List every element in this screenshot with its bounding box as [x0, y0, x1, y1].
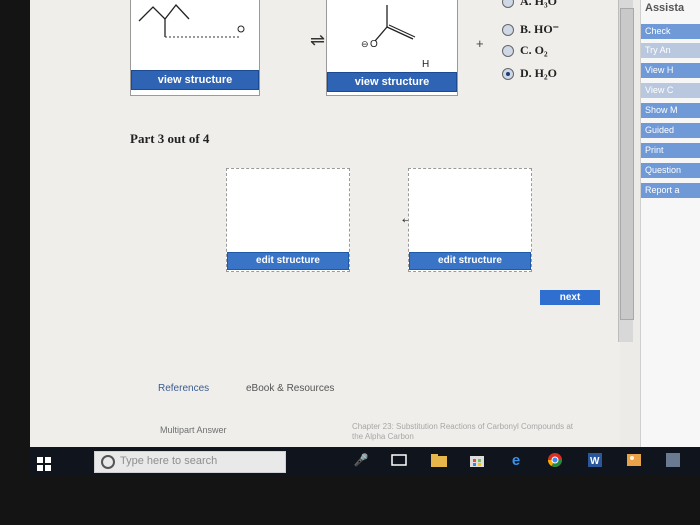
taskbar-search-placeholder: Type here to search	[120, 455, 218, 467]
screen: view structure ⇌ ⊖ O H view structure + …	[30, 0, 700, 447]
radio-a[interactable]	[502, 0, 514, 8]
hydrogen-label: H	[422, 59, 430, 70]
vertical-scrollbar[interactable]	[618, 0, 634, 342]
choice-c-label: C. O₂	[520, 43, 548, 57]
charge-label: ⊖	[361, 39, 369, 49]
image-viewer-icon[interactable]	[625, 451, 643, 469]
choice-c[interactable]: C. O₂	[502, 43, 548, 58]
structure-drawing-right	[374, 5, 416, 42]
edge-browser-icon[interactable]: e	[507, 451, 525, 469]
cortana-icon	[101, 455, 115, 469]
sidebar-check-button[interactable]: Check	[641, 24, 700, 39]
sidebar-view-hint-button[interactable]: View H	[641, 63, 700, 78]
ebook-resources-link[interactable]: eBook & Resources	[246, 383, 334, 394]
sidebar-question-button[interactable]: Question	[641, 163, 700, 178]
svg-text:W: W	[590, 456, 600, 467]
edit-structure-left-button[interactable]: edit structure	[227, 252, 349, 270]
radio-b[interactable]	[502, 23, 514, 36]
sidebar-try-another-button[interactable]: Try An	[641, 43, 700, 58]
next-button[interactable]: next	[540, 290, 600, 305]
choice-d[interactable]: D. H₂O	[502, 66, 557, 81]
choice-d-label: D. H₂O	[520, 66, 557, 80]
structure-drawing-left	[138, 4, 245, 38]
windows-start-icon[interactable]	[36, 456, 52, 475]
word-icon[interactable]: W	[586, 451, 604, 469]
structure-box-left: view structure	[130, 0, 260, 96]
task-view-icon[interactable]	[390, 451, 408, 469]
scrollbar-thumb[interactable]	[620, 8, 634, 320]
chrome-icon[interactable]	[546, 451, 564, 469]
oxygen-label: O	[370, 39, 378, 50]
store-icon[interactable]	[468, 451, 486, 469]
assistance-sidebar: Assista Check Try An View H View C Show …	[640, 0, 700, 447]
multipart-answer-label: Multipart Answer	[160, 425, 227, 435]
edit-structure-right-button[interactable]: edit structure	[409, 252, 531, 270]
sidebar-report-button[interactable]: Report a	[641, 183, 700, 198]
sidebar-title: Assista	[645, 2, 685, 14]
chapter-title: Chapter 23: Substitution Reactions of Ca…	[352, 422, 574, 441]
references-link[interactable]: References	[158, 383, 209, 394]
choice-b-label: B. HO⁻	[520, 22, 560, 36]
question-panel: view structure ⇌ ⊖ O H view structure + …	[30, 0, 620, 447]
part-indicator: Part 3 out of 4	[130, 131, 210, 146]
choice-a[interactable]: A. H₃O	[502, 0, 557, 9]
sidebar-show-me-button[interactable]: Show M	[641, 103, 700, 118]
choice-b[interactable]: B. HO⁻	[502, 22, 559, 37]
sidebar-print-button[interactable]: Print	[641, 143, 700, 158]
choice-a-label: A. H₃O	[520, 0, 557, 8]
structure-box-right: ⊖ O H view structure	[326, 0, 458, 96]
radio-d[interactable]	[502, 67, 514, 80]
microphone-icon[interactable]: 🎤	[352, 451, 370, 469]
view-structure-left-button[interactable]: view structure	[131, 70, 259, 90]
radio-c[interactable]	[502, 44, 514, 57]
view-structure-right-button[interactable]: view structure	[327, 72, 457, 92]
sidebar-guided-button[interactable]: Guided	[641, 123, 700, 138]
plus-sign: +	[476, 36, 484, 51]
file-explorer-icon[interactable]	[430, 451, 448, 469]
equilibrium-arrow: ⇌	[310, 30, 326, 50]
sidebar-view-concept-button[interactable]: View C	[641, 83, 700, 98]
extra-app-icon[interactable]	[664, 451, 682, 469]
